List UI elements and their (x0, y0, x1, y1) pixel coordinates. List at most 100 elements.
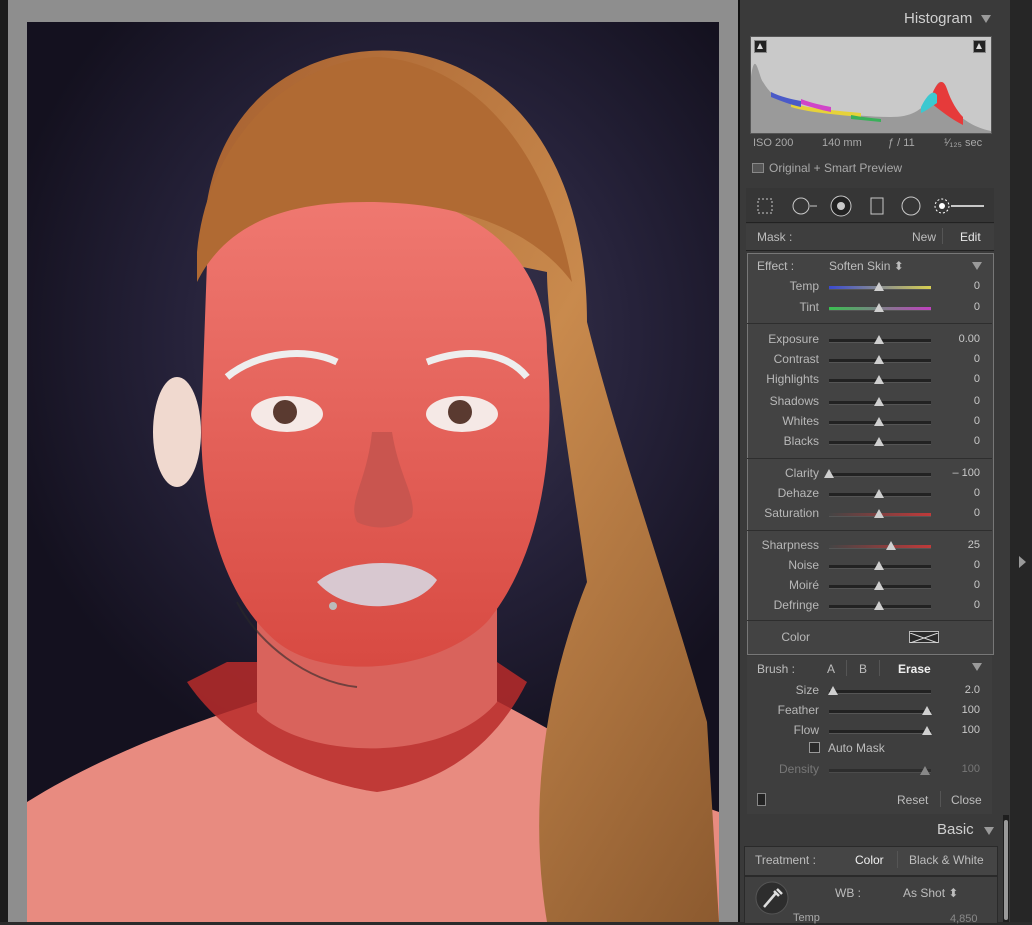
treatment-bw-button[interactable]: Black & White (909, 853, 984, 867)
color-label: Color (781, 630, 810, 644)
effect-value-dehaze[interactable]: 0 (920, 487, 980, 499)
effect-label-sharpness: Sharpness (761, 538, 819, 552)
effect-label-defringe: Defringe (773, 598, 819, 612)
effect-knob-dehaze[interactable] (874, 489, 884, 498)
brush-knob-size[interactable] (827, 686, 838, 695)
basic-header[interactable]: Basic (744, 816, 1002, 842)
divider (747, 530, 992, 531)
divider (747, 620, 992, 621)
mask-edit-button[interactable]: Edit (960, 230, 981, 244)
brush-b-button[interactable]: B (859, 662, 867, 676)
tool-strip (746, 188, 994, 223)
effect-knob-highlights[interactable] (874, 375, 884, 384)
portrait-image[interactable] (27, 22, 719, 922)
right-panel-collapse-strip[interactable] (1010, 0, 1032, 922)
effect-value-saturation[interactable]: 0 (920, 507, 980, 519)
effect-label-dehaze: Dehaze (777, 486, 819, 500)
brush-erase-button[interactable]: Erase (898, 662, 931, 676)
wb-label: WB : (835, 886, 861, 900)
wb-dropdown[interactable]: As Shot ⬍ (903, 886, 958, 900)
effect-knob-exposure[interactable] (874, 335, 884, 344)
collapse-right-arrow-icon[interactable] (1019, 556, 1026, 568)
effect-knob-whites[interactable] (874, 417, 884, 426)
close-button[interactable]: Close (951, 793, 982, 807)
effect-knob-clarity[interactable] (824, 469, 834, 478)
mask-new-button[interactable]: New (912, 230, 936, 244)
red-eye-icon[interactable] (830, 195, 852, 217)
auto-mask-checkbox[interactable] (809, 742, 820, 753)
effect-collapse-icon[interactable] (972, 262, 982, 270)
brush-label: Brush : (757, 662, 796, 676)
effect-knob-temp[interactable] (874, 282, 884, 291)
graduated-filter-icon[interactable] (868, 197, 886, 215)
effect-value-whites[interactable]: 0 (920, 415, 980, 427)
reset-button[interactable]: Reset (897, 793, 928, 807)
histogram-collapse-icon[interactable] (981, 15, 991, 23)
mask-divider (942, 228, 943, 244)
effect-value-temp[interactable]: 0 (920, 280, 980, 292)
effect-value-defringe[interactable]: 0 (920, 599, 980, 611)
effect-value-exposure[interactable]: 0.00 (920, 333, 980, 345)
highlight-clipping-icon[interactable] (973, 40, 986, 53)
focal-length: 140 mm (822, 137, 862, 149)
effect-label-whites: Whites (782, 414, 819, 428)
histogram-graph[interactable] (750, 36, 992, 134)
auto-mask-label: Auto Mask (828, 741, 885, 755)
shadow-clipping-icon[interactable] (754, 40, 767, 53)
adjustment-brush-icon[interactable] (933, 197, 985, 215)
mask-toggle-icon[interactable] (757, 793, 766, 806)
effect-slider-clarity[interactable] (829, 473, 931, 477)
effect-knob-defringe[interactable] (874, 601, 884, 610)
histogram-title[interactable]: Histogram (904, 10, 972, 27)
effect-label-exposure: Exposure (768, 332, 819, 346)
effect-knob-saturation[interactable] (874, 509, 884, 518)
effect-value-shadows[interactable]: 0 (920, 395, 980, 407)
brush-slider-size[interactable] (829, 690, 931, 694)
brush-slider-flow[interactable] (829, 730, 931, 734)
effect-value-noise[interactable]: 0 (920, 559, 980, 571)
density-slider[interactable] (829, 769, 931, 773)
eyedropper-icon[interactable] (755, 881, 789, 915)
treatment-color-button[interactable]: Color (855, 853, 884, 867)
brush-slider-feather[interactable] (829, 710, 931, 714)
brush-a-button[interactable]: A (827, 662, 835, 676)
effect-label: Effect : (757, 259, 795, 273)
mask-label: Mask : (757, 230, 793, 244)
effect-knob-blacks[interactable] (874, 437, 884, 446)
brush-divider (879, 660, 880, 676)
effect-slider-sharpness[interactable] (829, 545, 931, 549)
effect-value-blacks[interactable]: 0 (920, 435, 980, 447)
brush-label-size: Size (795, 683, 819, 697)
brush-value-size[interactable]: 2.0 (920, 684, 980, 696)
effect-value-clarity[interactable]: – 100 (920, 467, 980, 479)
brush-value-flow[interactable]: 100 (920, 724, 980, 736)
mask-row: Mask : New Edit (746, 224, 994, 251)
effect-value-sharpness[interactable]: 25 (920, 539, 980, 551)
photo-preview[interactable] (27, 22, 719, 922)
brush-value-feather[interactable]: 100 (920, 704, 980, 716)
spot-removal-icon[interactable] (792, 197, 818, 215)
effect-label-tint: Tint (799, 300, 819, 314)
crop-tool-icon[interactable] (756, 197, 774, 215)
effect-knob-noise[interactable] (874, 561, 884, 570)
basic-collapse-icon[interactable] (984, 827, 994, 835)
effect-knob-contrast[interactable] (874, 355, 884, 364)
effect-knob-tint[interactable] (874, 303, 884, 312)
effect-knob-shadows[interactable] (874, 397, 884, 406)
effect-label-saturation: Saturation (764, 506, 819, 520)
temp-label: Temp (793, 912, 820, 924)
treatment-label: Treatment : (755, 853, 816, 867)
aperture: ƒ / 11 (888, 137, 915, 149)
radial-filter-icon[interactable] (901, 196, 921, 216)
color-swatch[interactable] (909, 631, 939, 644)
effect-preset-dropdown[interactable]: Soften Skin ⬍ (829, 259, 904, 273)
panel-scrollbar-thumb[interactable] (1004, 820, 1008, 920)
effect-knob-sharpness[interactable] (886, 541, 896, 550)
effect-value-highlights[interactable]: 0 (920, 373, 980, 385)
effect-value-tint[interactable]: 0 (920, 301, 980, 313)
smart-preview-icon[interactable] (752, 163, 764, 173)
effect-value-moiré[interactable]: 0 (920, 579, 980, 591)
brush-collapse-icon[interactable] (972, 663, 982, 671)
effect-value-contrast[interactable]: 0 (920, 353, 980, 365)
effect-knob-moiré[interactable] (874, 581, 884, 590)
